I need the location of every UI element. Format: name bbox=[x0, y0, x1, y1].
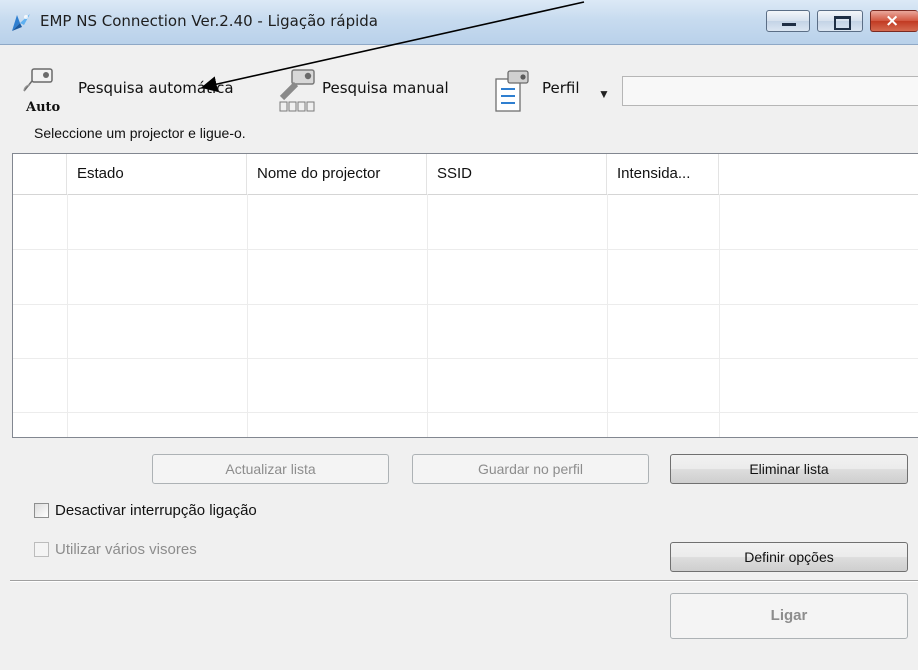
clear-list-button[interactable]: Eliminar lista bbox=[670, 454, 908, 484]
minimize-button[interactable] bbox=[766, 10, 810, 32]
instruction-text: Seleccione um projector e ligue-o. bbox=[34, 125, 246, 141]
application-window: EMP NS Connection Ver.2.40 - Ligação ráp… bbox=[0, 0, 918, 670]
grid-line bbox=[427, 194, 428, 437]
window-title: EMP NS Connection Ver.2.40 - Ligação ráp… bbox=[40, 12, 378, 30]
disable-interrupt-label: Desactivar interrupção ligação bbox=[55, 502, 257, 519]
disable-interrupt-checkbox[interactable]: Desactivar interrupção ligação bbox=[34, 502, 257, 519]
column-header-projector-name[interactable]: Nome do projector bbox=[247, 154, 427, 194]
grid-line bbox=[13, 412, 918, 413]
separator bbox=[10, 580, 918, 582]
chevron-down-icon[interactable]: ▼ bbox=[598, 87, 610, 101]
close-button[interactable]: × bbox=[870, 10, 918, 32]
multi-display-checkbox[interactable]: Utilizar vários visores bbox=[34, 541, 197, 558]
maximize-button[interactable] bbox=[817, 10, 863, 32]
set-options-button[interactable]: Definir opções bbox=[670, 542, 908, 572]
column-header-signal[interactable]: Intensida... bbox=[607, 154, 719, 194]
app-icon bbox=[12, 14, 30, 31]
column-header-status[interactable]: Estado bbox=[67, 154, 247, 194]
auto-search-icon: Auto bbox=[23, 68, 61, 115]
grid-line bbox=[67, 194, 68, 437]
auto-icon-text: Auto bbox=[25, 100, 61, 115]
checkbox-box[interactable] bbox=[34, 542, 49, 557]
title-bar[interactable]: EMP NS Connection Ver.2.40 - Ligação ráp… bbox=[0, 0, 918, 45]
close-icon: × bbox=[885, 11, 900, 31]
profile-icon bbox=[495, 70, 529, 112]
column-header-ssid[interactable]: SSID bbox=[427, 154, 607, 194]
manual-search-label: Pesquisa manual bbox=[322, 79, 449, 97]
grid-line bbox=[247, 194, 248, 437]
grid-line bbox=[719, 194, 720, 437]
update-list-button[interactable]: Actualizar lista bbox=[152, 454, 389, 484]
auto-search-label: Pesquisa automática bbox=[78, 79, 234, 97]
manual-search-icon bbox=[279, 69, 315, 112]
projector-list[interactable]: Estado Nome do projector SSID Intensida.… bbox=[12, 153, 918, 438]
list-header: Estado Nome do projector SSID Intensida.… bbox=[13, 154, 918, 195]
multi-display-label: Utilizar vários visores bbox=[55, 541, 197, 558]
connect-button[interactable]: Ligar bbox=[670, 593, 908, 639]
save-to-profile-button[interactable]: Guardar no perfil bbox=[412, 454, 649, 484]
profile-combo[interactable] bbox=[622, 76, 918, 106]
minimize-icon bbox=[782, 23, 796, 26]
toolbar: Auto Pesquisa automática Pesquisa manual bbox=[0, 45, 918, 117]
grid-line bbox=[13, 304, 918, 305]
maximize-icon bbox=[834, 16, 851, 30]
grid-line bbox=[13, 249, 918, 250]
grid-line bbox=[13, 358, 918, 359]
checkbox-box[interactable] bbox=[34, 503, 49, 518]
column-header-select[interactable] bbox=[13, 154, 67, 194]
profile-label: Perfil bbox=[542, 79, 580, 97]
grid-line bbox=[607, 194, 608, 437]
